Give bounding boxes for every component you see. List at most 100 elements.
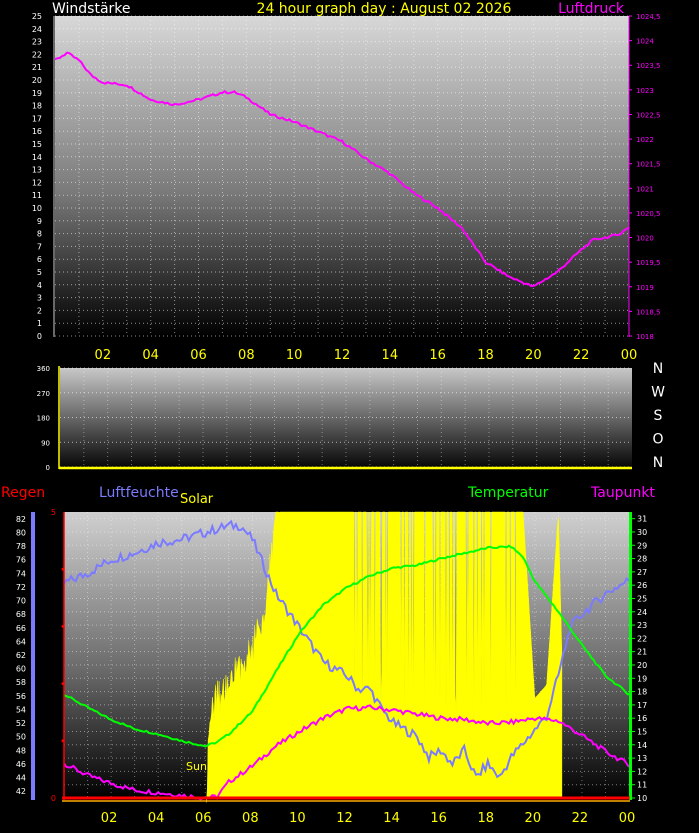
temperature-tick-label: 20 xyxy=(637,661,647,670)
temperature-tick-label: 10 xyxy=(637,794,647,803)
rain-tick-label: 5 xyxy=(51,508,56,517)
rain-tick-label: 0 xyxy=(51,794,56,803)
x-tick-label: 04 xyxy=(148,811,165,826)
wd-tick-label: 180 xyxy=(37,415,50,423)
climate-x-tick-labels: 02 04 06 08 10 12 14 16 18 20 22 00 xyxy=(101,811,635,826)
pressure-tick-label: 1022,5 xyxy=(636,111,661,119)
humidity-tick-label: 64 xyxy=(16,637,26,646)
x-tick-label: 16 xyxy=(429,348,446,363)
x-tick-label: 00 xyxy=(621,348,638,363)
rain-tick-labels: 05 xyxy=(51,508,65,803)
compass-label: N xyxy=(653,455,663,471)
wind-tick-label: 7 xyxy=(37,242,42,251)
x-tick-label: 02 xyxy=(95,348,112,363)
temperature-tick-label: 17 xyxy=(637,701,647,710)
temperature-tick-label: 28 xyxy=(637,555,647,564)
humidity-tick-label: 52 xyxy=(16,719,26,728)
x-tick-label: 04 xyxy=(142,348,159,363)
x-tick-label: 10 xyxy=(289,811,306,826)
temperature-tick-label: 19 xyxy=(637,674,647,683)
x-tick-label: 08 xyxy=(242,811,259,826)
wind-tick-label: 18 xyxy=(32,102,42,111)
wd-tick-label: 90 xyxy=(41,439,50,447)
wind-tick-label: 3 xyxy=(37,294,42,303)
wind-tick-label: 15 xyxy=(32,140,42,149)
pressure-x-tick-labels: 02 04 06 08 10 12 14 16 18 20 22 00 xyxy=(95,348,638,363)
wind-tick-label: 24 xyxy=(32,25,42,34)
rain-tick-mark xyxy=(61,682,65,686)
x-tick-label: 06 xyxy=(190,348,207,363)
pressure-tick-label: 1019 xyxy=(636,284,654,292)
humidity-tick-label: 66 xyxy=(16,624,26,633)
x-tick-label: 12 xyxy=(334,348,351,363)
x-tick-label: 20 xyxy=(525,348,542,363)
humidity-tick-label: 72 xyxy=(16,583,26,592)
wind-tick-label: 0 xyxy=(37,332,42,341)
humidity-tick-label: 78 xyxy=(16,542,26,551)
humidity-tick-label: 70 xyxy=(16,597,26,606)
humidity-tick-label: 60 xyxy=(16,665,26,674)
humidity-tick-label: 80 xyxy=(16,528,26,537)
x-tick-label: 18 xyxy=(477,811,494,826)
wind-direction-tick-labels: 0 90 180 270 360 xyxy=(37,365,50,472)
temperature-tick-label: 25 xyxy=(637,594,647,603)
wind-tick-label: 10 xyxy=(32,204,42,213)
compass-label: N xyxy=(653,361,663,377)
pressure-tick-label: 1020 xyxy=(636,235,654,243)
wind-tick-label: 16 xyxy=(32,127,42,136)
climate-panel: Regen Luftfeuchte Solar Temperatur Taupu… xyxy=(1,485,655,826)
pressure-tick-label: 1019,5 xyxy=(636,259,661,267)
x-tick-label: 00 xyxy=(619,811,636,826)
wind-direction-panel: 090180270360 NWSON xyxy=(37,361,665,472)
humidity-tick-label: 50 xyxy=(16,733,26,742)
wind-tick-label: 6 xyxy=(37,255,42,264)
rain-tick-mark xyxy=(61,739,65,743)
wind-tick-label: 23 xyxy=(32,38,42,47)
temperature-tick-label: 26 xyxy=(637,581,647,590)
humidity-tick-label: 74 xyxy=(16,569,26,578)
x-tick-label: 22 xyxy=(573,348,590,363)
humidity-tick-label: 46 xyxy=(16,760,26,769)
x-tick-label: 02 xyxy=(101,811,118,826)
temperature-tick-label: 15 xyxy=(637,727,647,736)
compass-label: O xyxy=(652,432,663,448)
wind-tick-label: 17 xyxy=(32,114,42,123)
humidity-tick-label: 54 xyxy=(16,705,26,714)
compass-labels: NWSON xyxy=(651,361,665,471)
wind-tick-label: 19 xyxy=(32,89,42,98)
pressure-tick-label: 1018 xyxy=(636,333,654,341)
humidity-tick-label: 82 xyxy=(16,515,26,524)
legend-rain: Regen xyxy=(1,485,45,501)
x-tick-label: 22 xyxy=(572,811,589,826)
rain-tick-mark xyxy=(61,567,65,571)
humidity-tick-label: 42 xyxy=(16,787,26,796)
legend-solar: Solar xyxy=(180,492,214,507)
wind-tick-label: 20 xyxy=(32,76,42,85)
humidity-tick-labels: 42 44 46 48 50 52 54 56 58 60 62 64 66 68 70 72 74 76 78 80… xyxy=(16,515,26,796)
pressure-tick-label: 1023 xyxy=(636,87,654,95)
temperature-tick-label: 24 xyxy=(637,608,647,617)
x-tick-label: 20 xyxy=(525,811,542,826)
humidity-tick-label: 58 xyxy=(16,678,26,687)
x-tick-label: 12 xyxy=(336,811,353,826)
temperature-tick-label: 12 xyxy=(637,767,647,776)
pressure-tick-label: 1024,5 xyxy=(636,13,661,21)
x-tick-label: 14 xyxy=(383,811,400,826)
wind-tick-labels: 0123456789101112131415161718192021222324… xyxy=(32,12,42,341)
wd-tick-label: 0 xyxy=(46,464,50,472)
wind-tick-label: 14 xyxy=(32,153,42,162)
wind-tick-label: 4 xyxy=(37,281,42,290)
wind-tick-label: 9 xyxy=(37,217,42,226)
temperature-tick-label: 27 xyxy=(637,568,647,577)
temperature-tick-label: 29 xyxy=(637,541,647,550)
pressure-tick-label: 1021 xyxy=(636,185,654,193)
temperature-axis-bar xyxy=(629,512,632,800)
pressure-panel: Windstärke 24 hour graph day : August 02… xyxy=(32,1,661,363)
compass-label: W xyxy=(651,385,665,401)
humidity-tick-label: 62 xyxy=(16,651,26,660)
x-tick-label: 18 xyxy=(477,348,494,363)
wind-tick-label: 12 xyxy=(32,178,42,187)
temperature-tick-label: 22 xyxy=(637,634,647,643)
sunrise-label: Sun xyxy=(186,760,207,773)
x-tick-label: 16 xyxy=(430,811,447,826)
